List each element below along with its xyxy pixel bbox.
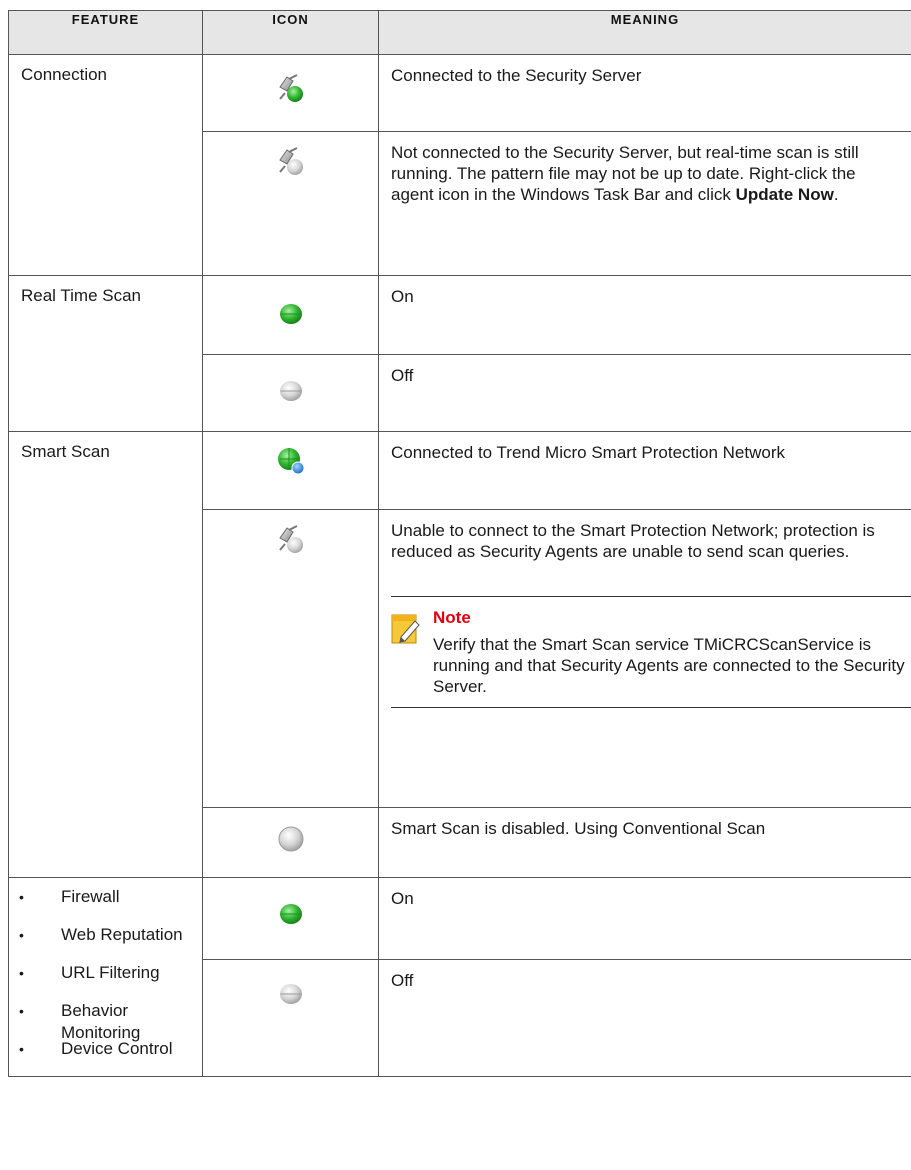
list-item: Device Control: [19, 1038, 192, 1076]
feature-other-list: Firewall Web Reputation URL Filtering Be…: [8, 877, 203, 1077]
feature-smart-scan: Smart Scan: [8, 431, 203, 878]
meaning-smart-unable: Unable to connect to the Smart Protectio…: [378, 509, 911, 808]
list-item: Behavior Monitoring: [19, 1000, 192, 1042]
table-row: Connection Connected to the Security Ser…: [8, 54, 911, 276]
feature-connection: Connection: [8, 54, 203, 276]
meaning-rts-off: Off: [378, 354, 911, 432]
note-pencil-icon: [391, 607, 433, 697]
meaning-other-off: Off: [378, 958, 911, 1078]
update-now-label: Update Now: [735, 185, 834, 204]
gray-status-icon: [279, 982, 303, 1011]
green-status-icon: [279, 902, 303, 931]
network-disconnected-icon: [277, 524, 305, 559]
unable-text: Unable to connect to the Smart Protectio…: [391, 521, 875, 561]
status-table: Feature Icon Meaning Connection Connecte…: [8, 10, 911, 1078]
list-item: Firewall: [19, 886, 192, 924]
note-text: Verify that the Smart Scan service TMiCR…: [433, 635, 905, 696]
network-disconnected-icon: [277, 146, 305, 181]
note-title: Note: [433, 608, 471, 627]
gray-status-icon: [279, 379, 303, 408]
table-header-row: Feature Icon Meaning: [8, 10, 911, 55]
meaning-smart-connected: Connected to Trend Micro Smart Protectio…: [378, 431, 911, 510]
list-item: URL Filtering: [19, 962, 192, 1000]
header-feature: Feature: [8, 10, 203, 55]
note-box: Note Verify that the Smart Scan service …: [391, 596, 911, 708]
globe-connected-icon: [276, 446, 306, 481]
green-status-icon: [279, 302, 303, 331]
meaning-other-on: On: [378, 877, 911, 960]
meaning-rts-on: On: [378, 275, 911, 355]
meaning-connected: Connected to the Security Server: [378, 54, 911, 132]
meaning-smart-disabled: Smart Scan is disabled. Using Convention…: [378, 807, 911, 878]
header-meaning: Meaning: [378, 10, 911, 55]
network-connected-icon: [277, 73, 305, 108]
list-item: Web Reputation: [19, 924, 192, 962]
table-row: Smart Scan Connected to Trend Micro Smar…: [8, 431, 911, 878]
gray-status-icon: [278, 826, 304, 857]
meaning-disconnected: Not connected to the Security Server, bu…: [378, 131, 911, 276]
header-icon: Icon: [202, 10, 379, 55]
table-row: Real Time Scan On: [8, 275, 911, 432]
feature-real-time-scan: Real Time Scan: [8, 275, 203, 432]
table-row: Firewall Web Reputation URL Filtering Be…: [8, 877, 911, 1077]
